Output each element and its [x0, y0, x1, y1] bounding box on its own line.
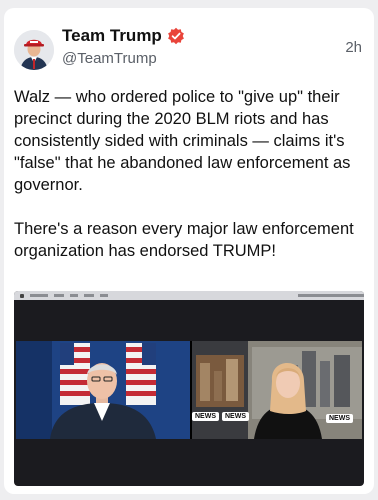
post-paragraph-1: Walz — who ordered police to "give up" t… [14, 88, 356, 194]
right-speaker-scene [192, 341, 362, 439]
news-logo-2: NEWS [222, 412, 249, 421]
verified-badge-icon [167, 27, 184, 45]
video-call-strip: NEWS NEWS NEWS [16, 341, 362, 439]
profile-avatar[interactable] [14, 30, 54, 70]
author-row: Team Trump [62, 26, 185, 46]
display-name[interactable]: Team Trump [62, 26, 162, 46]
post-card[interactable]: Team Trump @TeamTrump 2h Walz — who orde… [4, 8, 374, 494]
screen-menu-bar [14, 291, 364, 300]
post-timestamp[interactable]: 2h [345, 39, 362, 56]
news-logo-1: NEWS [192, 412, 219, 421]
left-speaker-scene [16, 341, 190, 439]
post-paragraph-2: There's a reason every major law enforce… [14, 220, 359, 260]
post-text: Walz — who ordered police to "give up" t… [14, 86, 366, 262]
post-video-image[interactable]: NEWS NEWS NEWS [14, 291, 364, 486]
author-handle[interactable]: @TeamTrump [62, 50, 157, 67]
video-tile-right: NEWS NEWS NEWS [192, 341, 362, 439]
avatar-image [14, 30, 54, 70]
news-logo-3: NEWS [326, 414, 353, 423]
video-tile-left [16, 341, 190, 439]
